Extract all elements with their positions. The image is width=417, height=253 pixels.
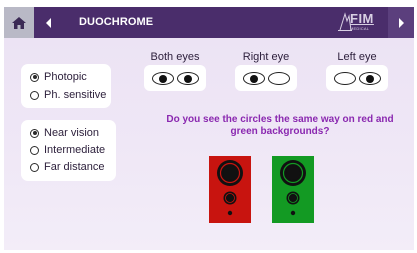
right-eye-button[interactable]: [235, 65, 297, 91]
left-eye-closed-icon: [267, 71, 290, 85]
radio-button-checked[interactable]: [30, 72, 39, 82]
radio-near-vision[interactable]: Near vision: [30, 127, 99, 139]
right-eye-open-icon: [242, 71, 265, 85]
radio-button[interactable]: [30, 90, 39, 100]
both-eyes-button[interactable]: [144, 65, 206, 91]
radio-label-far-distance: Far distance: [44, 161, 105, 173]
radio-far-distance[interactable]: Far distance: [30, 161, 105, 173]
radio-label-photopic: Photopic: [44, 71, 87, 83]
radio-label-intermediate: Intermediate: [44, 144, 106, 156]
home-icon: [12, 16, 26, 29]
logo-text: FIM: [350, 11, 374, 26]
radio-intermediate[interactable]: Intermediate: [30, 144, 105, 156]
duochrome-green-panel: [272, 156, 314, 223]
radio-ph-sensitive[interactable]: Ph. sensitive: [30, 89, 106, 101]
green-panel-target-icon: [280, 160, 306, 216]
duochrome-red-panel: [209, 156, 251, 223]
left-eye-open-icon: [358, 71, 381, 85]
radio-button-checked[interactable]: [30, 128, 39, 138]
radio-photopic[interactable]: Photopic: [30, 71, 87, 83]
lighting-panel: Photopic Ph. sensitive: [21, 64, 111, 108]
logo-subtext: MEDICAL: [350, 26, 370, 31]
brand-logo: FIM MEDICAL: [338, 10, 378, 34]
right-eye-heading: Right eye: [242, 51, 290, 63]
home-button[interactable]: [4, 7, 34, 38]
radio-button[interactable]: [30, 145, 39, 155]
left-eye-button[interactable]: [326, 65, 388, 91]
chevron-right-icon: [399, 17, 404, 28]
left-eye-open-icon: [176, 71, 199, 85]
app-window: DUOCHROME FIM MEDICAL Photopic Ph. sensi…: [0, 0, 417, 253]
content-area: Photopic Ph. sensitive Near vision Inter…: [4, 38, 414, 250]
both-eyes-heading: Both eyes: [150, 51, 200, 63]
radio-label-near-vision: Near vision: [44, 127, 100, 139]
next-button[interactable]: [388, 7, 414, 38]
right-eye-closed-icon: [333, 71, 356, 85]
back-button[interactable]: [38, 7, 60, 38]
distance-panel: Near vision Intermediate Far distance: [21, 120, 116, 181]
page-title: DUOCHROME: [79, 16, 154, 28]
radio-label-ph-sensitive: Ph. sensitive: [44, 89, 107, 101]
radio-button[interactable]: [30, 162, 39, 172]
chevron-left-icon: [46, 17, 51, 28]
right-eye-open-icon: [151, 71, 174, 85]
red-panel-target-icon: [217, 160, 243, 216]
left-eye-heading: Left eye: [337, 51, 377, 63]
test-question: Do you see the circles the same way on r…: [166, 114, 394, 137]
